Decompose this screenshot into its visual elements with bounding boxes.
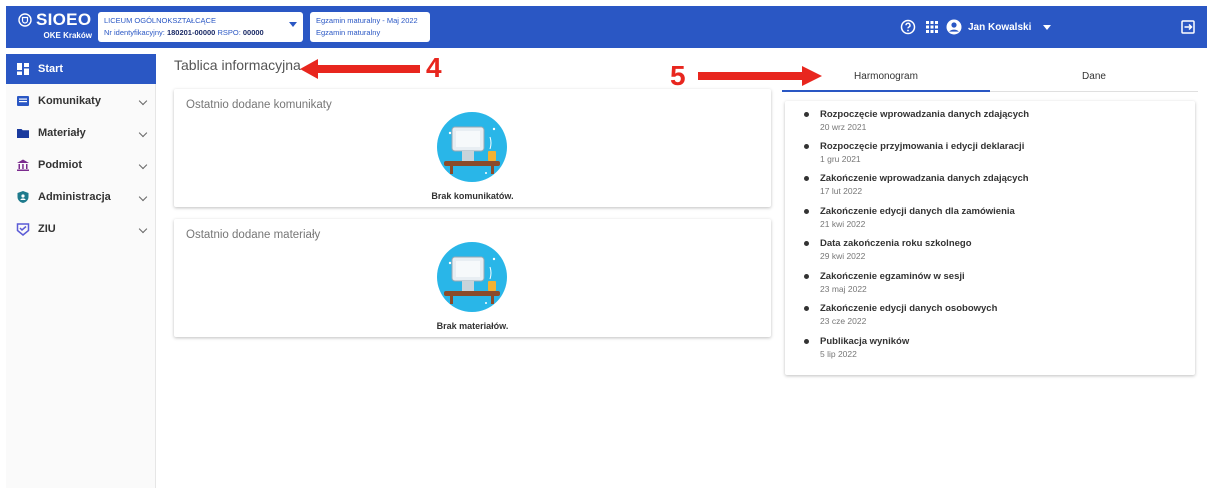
rspo-label: RSPO: xyxy=(217,28,241,37)
rspo-value: 00000 xyxy=(242,28,264,37)
sidebar-item-label: Komunikaty xyxy=(38,95,101,107)
sidebar-item-label: Podmiot xyxy=(38,159,82,171)
school-name: LICEUM OGÓLNOKSZTAŁCĄCE xyxy=(104,16,216,25)
sidebar-item-komunikaty[interactable]: Komunikaty xyxy=(6,86,156,116)
materials-card: Ostatnio dodane materiały Brak materiałó… xyxy=(174,219,771,337)
exam-type: Egzamin maturalny xyxy=(316,28,381,37)
sidebar-item-start[interactable]: Start xyxy=(6,54,156,84)
event-title: Rozpoczęcie przyjmowania i edycji deklar… xyxy=(820,141,1025,152)
event-title: Zakończenie egzaminów w sesji xyxy=(820,271,965,282)
sidebar-item-label: Start xyxy=(38,63,64,75)
event-date: 20 wrz 2021 xyxy=(820,122,867,132)
app-frame: SIOEO OKE Kraków LICEUM OGÓLNOKSZTAŁCĄCE… xyxy=(0,0,1213,488)
bullet-icon xyxy=(804,339,809,344)
sidebar-item-administracja[interactable]: Administracja xyxy=(6,182,156,212)
page-title: Tablica informacyjna xyxy=(174,57,301,73)
bullet-icon xyxy=(804,274,809,279)
user-name: Jan Kowalski xyxy=(968,21,1032,33)
event-title: Zakończenie edycji danych dla zamówienia xyxy=(820,206,1015,217)
brand-logo-icon xyxy=(18,13,32,27)
empty-desk-illustration-icon xyxy=(437,112,507,182)
messages-card: Ostatnio dodane komunikaty Brak komunika… xyxy=(174,89,771,207)
school-id-value: 180201-00000 xyxy=(166,28,216,37)
event-date: 17 lut 2022 xyxy=(820,186,863,196)
exam-selector[interactable]: Egzamin maturalny - Maj 2022 Egzamin mat… xyxy=(310,12,430,42)
annotation-arrow-left-icon xyxy=(300,59,420,79)
sidebar: Start Komunikaty Materiały Podmiot Admin… xyxy=(6,54,156,488)
chevron-down-icon xyxy=(138,96,148,106)
event-title: Zakończenie wprowadzania danych zdającyc… xyxy=(820,173,1029,184)
exam-session: Egzamin maturalny - Maj 2022 xyxy=(316,16,418,25)
user-menu[interactable]: Jan Kowalski xyxy=(946,19,1052,35)
message-icon xyxy=(17,96,29,106)
account-circle-icon xyxy=(946,19,962,35)
annotation-number-4: 4 xyxy=(426,52,442,83)
sidebar-item-materialy[interactable]: Materiały xyxy=(6,118,156,148)
tab-harmonogram[interactable]: Harmonogram xyxy=(782,64,990,92)
event-date: 1 gru 2021 xyxy=(820,154,861,164)
school-id-label: Nr identyfikacyjny: xyxy=(104,28,165,37)
bullet-icon xyxy=(804,176,809,181)
sidebar-item-label: Administracja xyxy=(38,191,111,203)
app-name: SIOEO xyxy=(36,10,92,29)
sidebar-item-label: ZIU xyxy=(38,223,56,235)
event-title: Publikacja wyników xyxy=(820,336,910,347)
folder-icon xyxy=(17,129,29,138)
bullet-icon xyxy=(804,209,809,214)
right-panel-tabs: Harmonogram Dane xyxy=(782,64,1198,92)
shield-icon xyxy=(17,191,29,203)
institution-icon xyxy=(17,159,29,171)
schedule-list: Rozpoczęcie wprowadzania danych zdającyc… xyxy=(785,101,1195,375)
apps-grid-icon[interactable] xyxy=(924,19,940,35)
card-title: Ostatnio dodane materiały xyxy=(186,229,321,241)
school-ids: Nr identyfikacyjny: 180201-00000 RSPO: 0… xyxy=(104,27,297,39)
event-date: 21 kwi 2022 xyxy=(820,219,866,229)
bullet-icon xyxy=(804,241,809,246)
chevron-down-icon xyxy=(138,160,148,170)
logout-icon[interactable] xyxy=(1180,19,1196,35)
event-date: 23 maj 2022 xyxy=(820,284,867,294)
event-title: Rozpoczęcie wprowadzania danych zdającyc… xyxy=(820,109,1030,120)
sidebar-item-ziu[interactable]: ZIU xyxy=(6,214,156,244)
empty-state-text: Brak materiałów. xyxy=(436,321,509,331)
annotation-number-5: 5 xyxy=(670,60,686,91)
top-bar: SIOEO OKE Kraków LICEUM OGÓLNOKSZTAŁCĄCE… xyxy=(6,6,1207,48)
user-caret-icon xyxy=(1043,24,1052,30)
bullet-icon xyxy=(804,306,809,311)
dashboard-icon xyxy=(17,63,29,75)
empty-desk-illustration-icon xyxy=(437,242,507,312)
sidebar-item-label: Materiały xyxy=(38,127,86,139)
event-date: 29 kwi 2022 xyxy=(820,251,866,261)
chevron-down-icon xyxy=(138,128,148,138)
event-date: 5 lip 2022 xyxy=(820,349,857,359)
bullet-icon xyxy=(804,112,809,117)
event-title: Data zakończenia roku szkolnego xyxy=(820,238,972,249)
tab-dane[interactable]: Dane xyxy=(990,64,1198,92)
chevron-down-icon xyxy=(138,192,148,202)
chevron-down-icon xyxy=(138,224,148,234)
school-dropdown-caret-icon[interactable] xyxy=(289,22,297,27)
event-date: 23 cze 2022 xyxy=(820,316,867,326)
ziu-icon xyxy=(16,223,30,236)
card-title: Ostatnio dodane komunikaty xyxy=(186,99,332,111)
brand[interactable]: SIOEO OKE Kraków xyxy=(18,10,92,40)
sidebar-item-podmiot[interactable]: Podmiot xyxy=(6,150,156,180)
school-selector[interactable]: LICEUM OGÓLNOKSZTAŁCĄCE Nr identyfikacyj… xyxy=(98,12,303,42)
org-name: OKE Kraków xyxy=(43,31,92,40)
bullet-icon xyxy=(804,144,809,149)
event-title: Zakończenie edycji danych osobowych xyxy=(820,303,998,314)
help-circle-icon[interactable] xyxy=(900,19,916,35)
empty-state-text: Brak komunikatów. xyxy=(431,191,514,201)
